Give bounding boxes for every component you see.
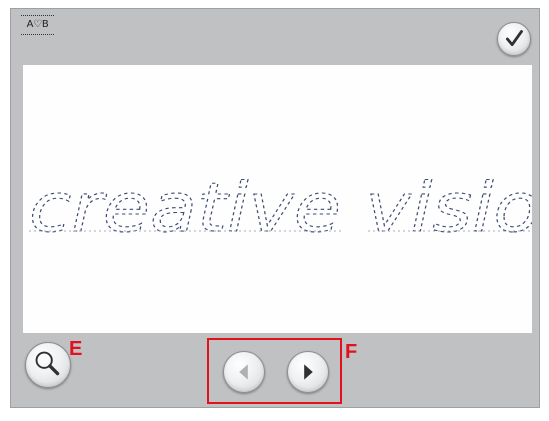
zoom-button[interactable] bbox=[25, 342, 71, 388]
magnifier-icon bbox=[35, 351, 60, 376]
callout-label-f: F bbox=[345, 341, 358, 363]
navigation-callout-box bbox=[207, 338, 342, 404]
font-style-label: A♡B bbox=[21, 15, 54, 35]
confirm-button[interactable] bbox=[497, 22, 531, 56]
stitch-preview: creative vision bbox=[28, 168, 532, 249]
stitched-text: creative vision bbox=[29, 169, 532, 248]
text-preview-area: creative vision bbox=[23, 65, 532, 333]
checkmark-icon bbox=[506, 30, 523, 47]
callout-label-e: E bbox=[69, 338, 83, 360]
